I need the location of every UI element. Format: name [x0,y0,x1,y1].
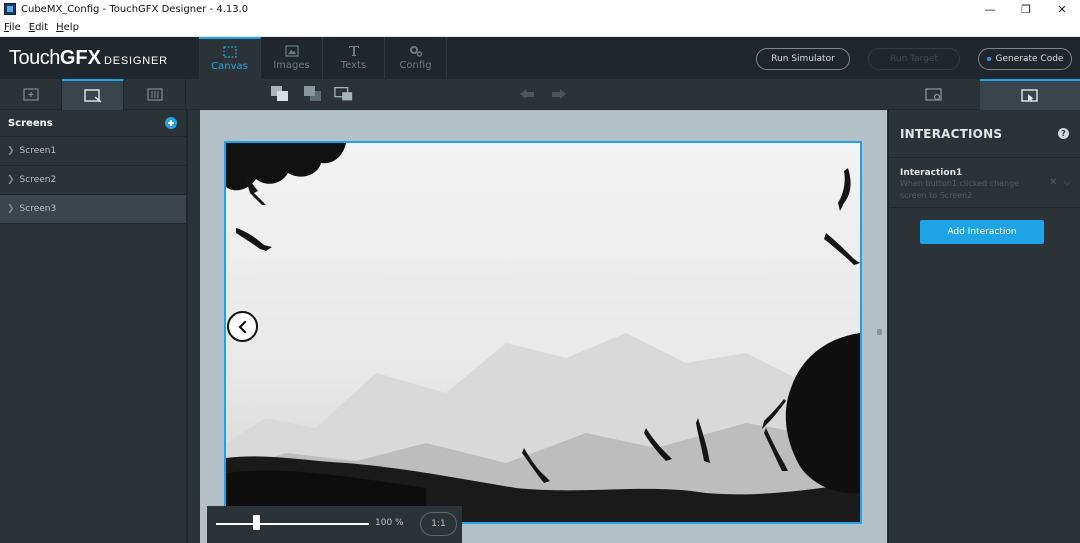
send-to-back-tool[interactable] [303,85,323,103]
run-target-button[interactable]: Run Target [868,48,960,70]
screen-list-item-3[interactable]: ❯ Screen3 [0,195,186,224]
interactions-header: INTERACTIONS ? [889,110,1080,158]
undo-tool[interactable] [518,85,538,103]
interaction-click-icon [1021,88,1038,102]
window-title: CubeMX_Config - TouchGFX Designer - 4.13… [21,3,249,15]
interaction-description: When button1 clicked change screen to Sc… [900,179,1020,200]
group-icon [334,86,353,101]
send-to-back-icon [304,86,321,101]
screen-label: Screen1 [19,146,57,156]
interactions-panel: INTERACTIONS ? Interaction1 When button1… [888,110,1080,543]
screen-select-icon [83,88,101,103]
status-dot-icon [986,57,991,61]
zoom-slider-track[interactable] [216,523,369,525]
canvas-area[interactable] [200,110,887,543]
tab-images-label: Images [273,60,310,71]
generate-code-label: Generate Code [995,54,1064,64]
tab-interactions[interactable] [980,79,1080,110]
menu-edit[interactable]: Edit [29,22,48,33]
add-widget-icon [22,88,39,101]
sliders-icon [146,88,163,101]
screen-canvas[interactable] [224,141,862,524]
interaction-name: Interaction1 [900,168,963,178]
window-title-bar: CubeMX_Config - TouchGFX Designer - 4.13… [0,0,1080,18]
screen-label: Screen2 [19,175,57,185]
screen-list-item-1[interactable]: ❯ Screen1 [0,137,186,166]
bring-to-front-tool[interactable] [270,85,290,103]
screens-header: Screens [0,110,186,137]
texts-icon [348,46,359,56]
tab-images[interactable]: Images [261,37,323,79]
chevron-left-icon [237,320,246,333]
zoom-slider-thumb[interactable] [253,515,260,530]
menu-bar: File Edit Help [0,18,1080,37]
screen-list-item-2[interactable]: ❯ Screen2 [0,166,186,195]
tab-screen-tree[interactable] [62,79,124,110]
touchgfx-logo: Touch GFX DESIGNER [9,47,168,70]
back-button[interactable] [227,311,258,342]
screen-settings-icon [925,87,942,101]
ink-painting-background [226,143,860,522]
screens-title: Screens [8,117,53,129]
canvas-scroll-handle[interactable] [877,329,882,335]
logo-part-touch: Touch [9,47,60,69]
redo-tool[interactable] [548,85,568,103]
tab-screen-properties[interactable] [888,79,980,110]
close-button[interactable]: ✕ [1044,0,1080,18]
images-icon [284,45,299,57]
tab-canvas[interactable]: Canvas [199,37,261,79]
tab-add-widget[interactable] [0,79,62,110]
help-icon[interactable]: ? [1058,128,1069,139]
tab-texts[interactable]: Texts [323,37,385,79]
tab-properties[interactable] [124,79,186,110]
zoom-reset-button[interactable]: 1:1 [420,512,457,536]
zoom-bar: 100 % 1:1 [207,506,462,543]
screen-label: Screen3 [19,204,57,214]
menu-help[interactable]: Help [56,22,79,33]
redo-icon [552,89,566,99]
minimize-button[interactable]: — [972,0,1008,18]
generate-code-button[interactable]: Generate Code [978,48,1072,70]
main-nav-tabs: Canvas Images Texts Config [199,37,447,79]
menu-file[interactable]: File [4,22,21,33]
tab-canvas-label: Canvas [211,61,248,72]
config-icon [409,46,422,57]
undo-icon [520,89,534,99]
add-interaction-button[interactable]: Add Interaction [920,220,1044,244]
add-screen-icon[interactable] [165,117,177,129]
tab-config[interactable]: Config [385,37,447,79]
interactions-title: INTERACTIONS [900,126,1003,141]
zoom-value: 100 % [375,518,404,528]
screens-panel: Screens ❯ Screen1 ❯ Screen2 ❯ Screen3 [0,110,188,543]
group-tool[interactable] [334,85,354,103]
chevron-right-icon[interactable]: ❯ [7,204,15,214]
app-header: Touch GFX DESIGNER Canvas Images Texts C… [0,37,1080,79]
chevron-down-icon[interactable]: ⌵ [1063,177,1071,188]
chevron-right-icon[interactable]: ❯ [7,146,15,156]
run-simulator-button[interactable]: Run Simulator [756,48,850,70]
interaction-actions: ✕ ⌵ [1049,177,1071,188]
canvas-icon [222,46,237,58]
delete-interaction-icon[interactable]: ✕ [1049,177,1057,188]
bring-to-front-icon [271,86,288,101]
app-icon [4,3,16,15]
tab-config-label: Config [399,60,432,71]
tab-texts-label: Texts [340,60,367,71]
chevron-right-icon[interactable]: ❯ [7,175,15,185]
window-controls: — ❐ ✕ [972,0,1080,18]
logo-part-gfx: GFX [59,47,101,69]
maximize-button[interactable]: ❐ [1008,0,1044,18]
interaction-item[interactable]: Interaction1 When button1 clicked change… [889,158,1080,208]
logo-part-designer: DESIGNER [104,55,168,67]
toolbar [0,79,1080,110]
